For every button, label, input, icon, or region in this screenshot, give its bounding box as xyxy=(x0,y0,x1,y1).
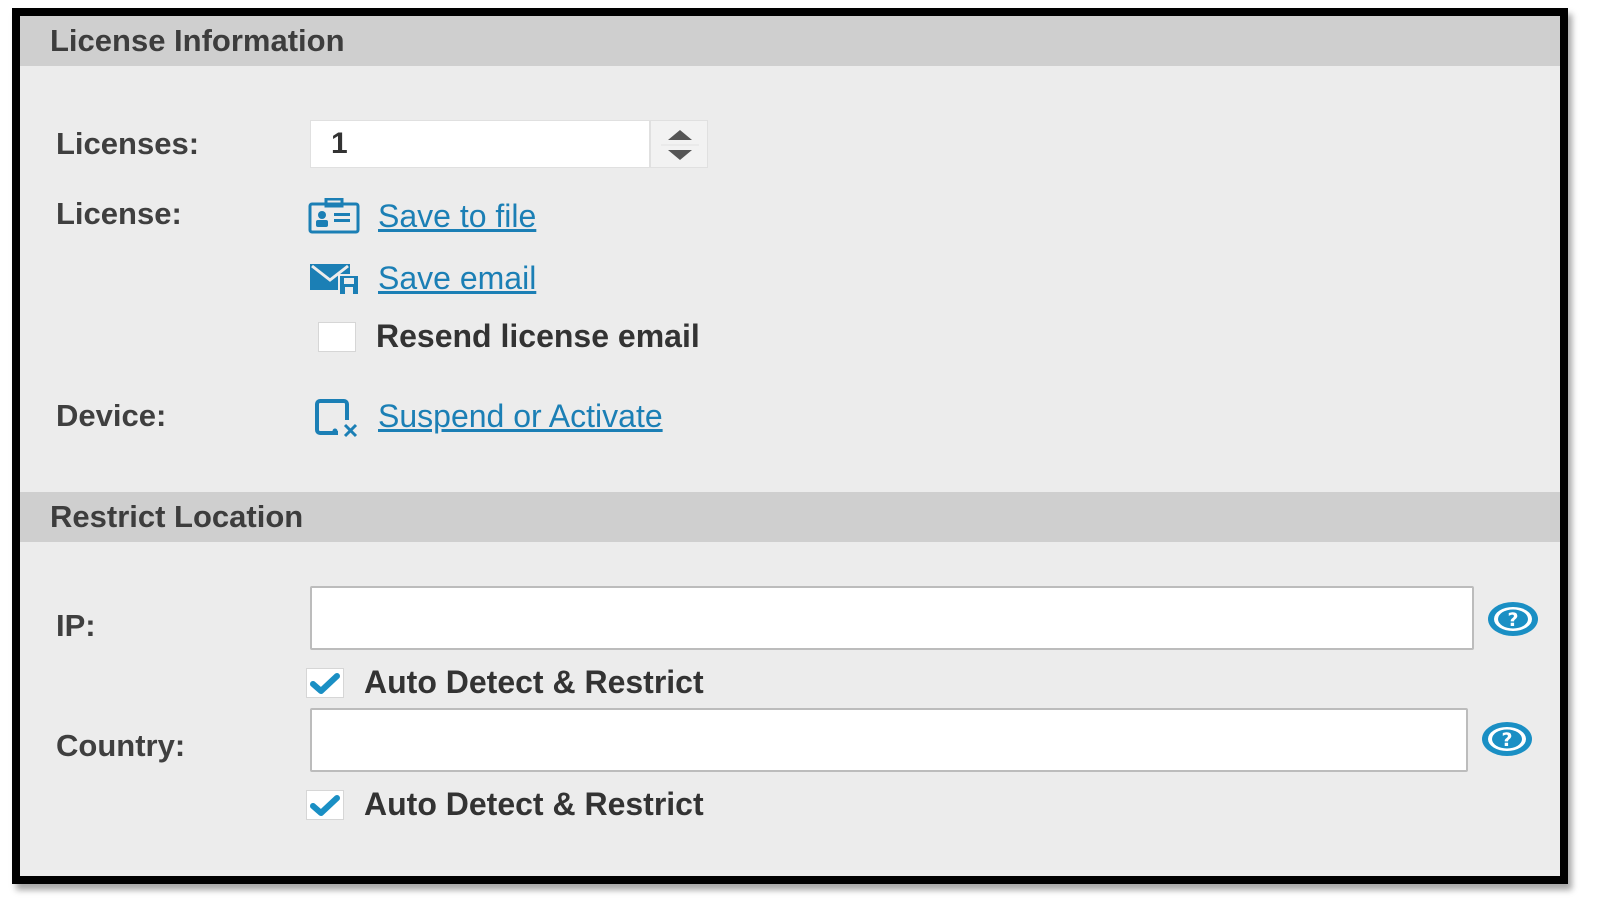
resend-license-email-checkbox[interactable] xyxy=(318,322,356,352)
stepper-down-icon xyxy=(668,150,692,160)
ip-auto-detect-checkbox[interactable] xyxy=(306,668,344,698)
country-label: Country: xyxy=(56,728,186,763)
svg-text:?: ? xyxy=(1507,609,1518,631)
licenses-label: Licenses: xyxy=(56,126,200,161)
device-label: Device: xyxy=(56,398,167,433)
restrict-location-header: Restrict Location xyxy=(20,492,1560,542)
save-email-link[interactable]: Save email xyxy=(378,260,536,297)
ip-input[interactable] xyxy=(310,586,1474,650)
save-to-file-link[interactable]: Save to file xyxy=(378,198,536,235)
country-help-icon[interactable]: ? xyxy=(1480,720,1534,763)
country-input[interactable] xyxy=(310,708,1468,772)
stepper-up-icon xyxy=(668,130,692,140)
licenses-stepper[interactable] xyxy=(650,120,708,168)
ip-label: IP: xyxy=(56,608,96,643)
ip-auto-detect-label: Auto Detect & Restrict xyxy=(364,664,704,700)
stepper-arrows-icon xyxy=(661,130,699,160)
save-file-icon[interactable] xyxy=(308,197,360,239)
ip-help-icon[interactable]: ? xyxy=(1486,600,1540,643)
checkmark-icon xyxy=(310,795,340,816)
licenses-input[interactable]: 1 xyxy=(310,120,650,168)
country-auto-detect-label: Auto Detect & Restrict xyxy=(364,786,704,822)
license-label: License: xyxy=(56,196,182,231)
svg-text:?: ? xyxy=(1501,729,1512,751)
checkmark-icon xyxy=(310,673,340,694)
resend-license-email-label: Resend license email xyxy=(376,318,700,354)
suspend-or-activate-link[interactable]: Suspend or Activate xyxy=(378,398,663,435)
device-suspend-icon[interactable] xyxy=(314,398,362,443)
license-information-header: License Information xyxy=(20,16,1560,66)
country-auto-detect-checkbox[interactable] xyxy=(306,790,344,820)
save-email-icon[interactable] xyxy=(308,260,362,303)
license-panel: License Information Licenses: 1 License:… xyxy=(12,8,1568,884)
